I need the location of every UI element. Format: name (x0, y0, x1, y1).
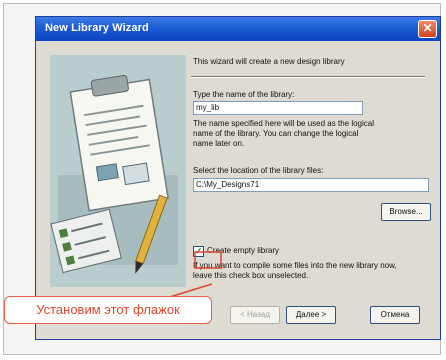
annotation-callout: Установим этот флажок (4, 296, 212, 324)
